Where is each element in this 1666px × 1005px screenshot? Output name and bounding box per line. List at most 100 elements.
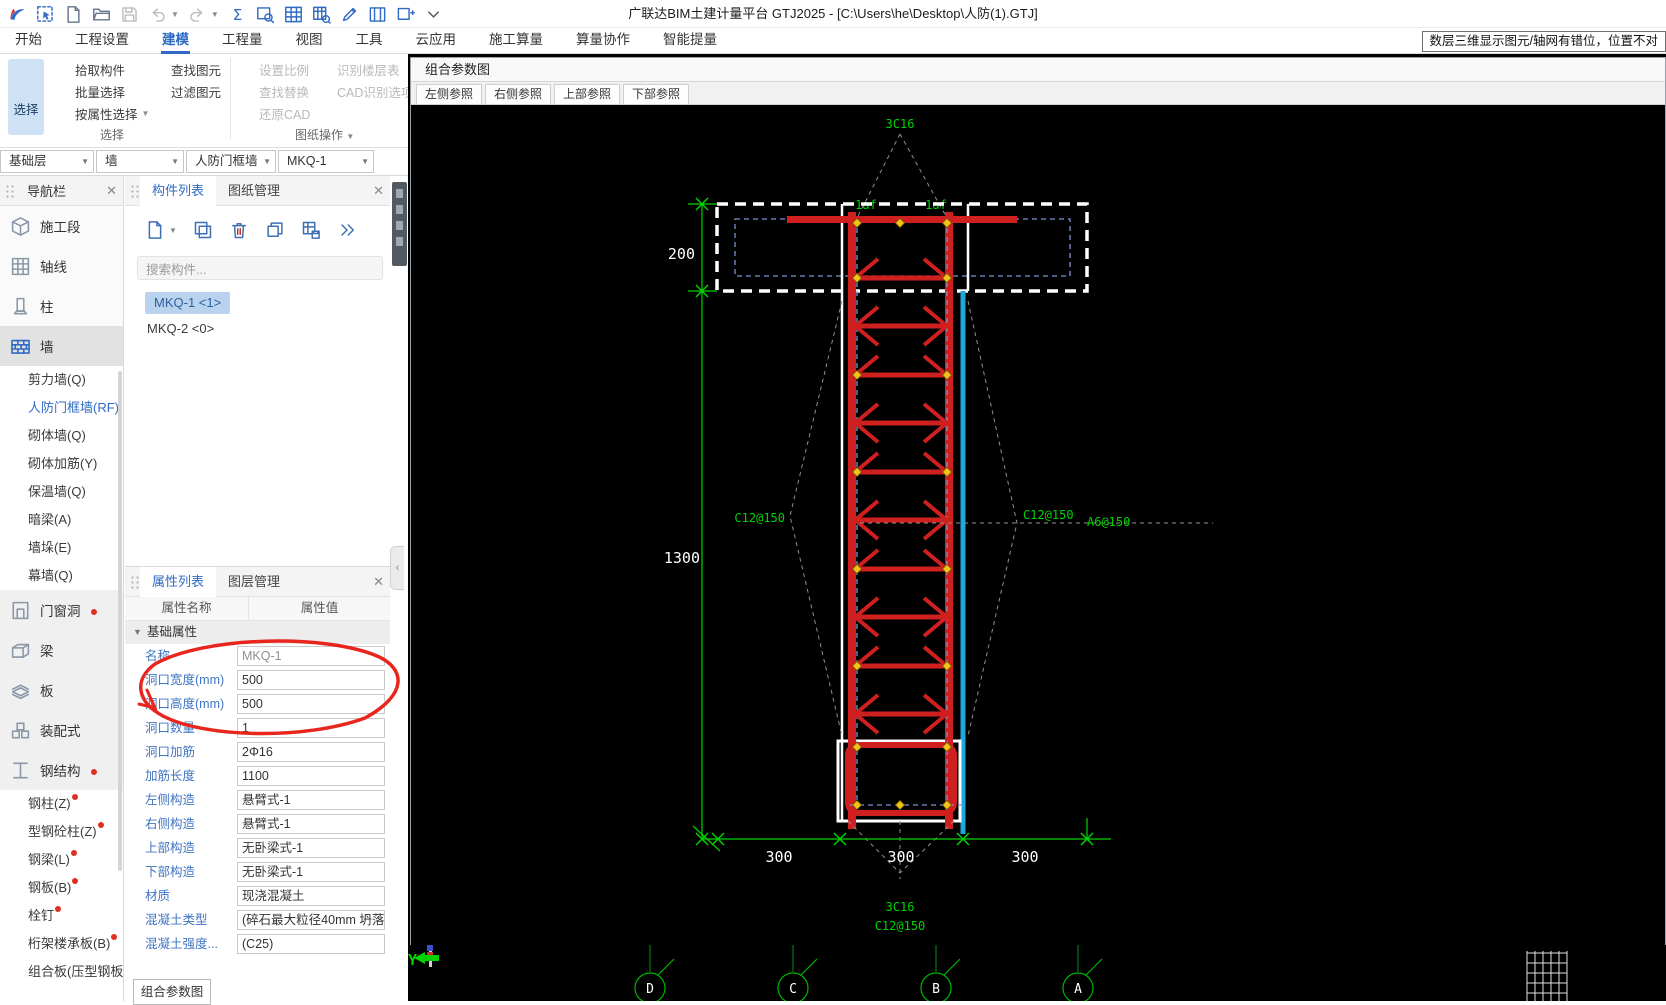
copy-to-floors-button[interactable]	[265, 220, 285, 240]
nav-item-beam[interactable]: 梁	[0, 630, 123, 670]
drag-handle-icon[interactable]	[130, 183, 140, 198]
dialog-tab-3[interactable]: 下部参照	[623, 84, 689, 104]
menu-tab-1[interactable]: 工程设置	[72, 28, 132, 54]
component-item-1[interactable]: MKQ-2 <0>	[145, 318, 390, 340]
film-button[interactable]	[368, 5, 387, 24]
undo-button[interactable]	[148, 5, 167, 24]
nav-item-steel-beam[interactable]: 钢梁(L)	[0, 846, 123, 874]
nav-item-steel-concrete-column[interactable]: 型钢砼柱(Z)	[0, 818, 123, 846]
menu-tab-2[interactable]: 建模	[159, 28, 192, 54]
element-select[interactable]: MKQ-1 ▼	[278, 150, 374, 173]
cad-canvas[interactable]: 3C16 1af 1af C12@150 C12@150 A6@150 3C16…	[411, 106, 1665, 945]
nav-item-axis-grid[interactable]: 轴线	[0, 246, 123, 286]
search-input[interactable]: 搜索构件...	[137, 256, 383, 280]
property-value-input[interactable]: 500	[237, 694, 385, 714]
menu-tab-8[interactable]: 算量协作	[573, 28, 633, 54]
open-folder-button[interactable]	[92, 5, 111, 24]
panel-collapse-handle[interactable]: ‹	[390, 546, 404, 590]
nav-item-steel-structure[interactable]: 钢结构	[0, 750, 123, 790]
nav-item-composite-slab[interactable]: 组合板(压型钢板	[0, 958, 123, 986]
floor-select[interactable]: 基础层 ▼	[0, 150, 94, 173]
new-window-button[interactable]	[396, 5, 415, 24]
delete-component-button[interactable]	[229, 220, 249, 240]
dialog-tab-1[interactable]: 右侧参照	[485, 84, 551, 104]
pick-component-button[interactable]: 拾取构件	[56, 60, 125, 78]
collapsed-panel-tab[interactable]	[392, 182, 407, 266]
nav-item-door-window-opening[interactable]: 门窗洞	[0, 590, 123, 630]
nav-item-column[interactable]: 柱	[0, 286, 123, 326]
component-item-0[interactable]: MKQ-1 <1>	[145, 292, 231, 314]
property-value-input[interactable]: 2Φ16	[237, 742, 385, 762]
new-file-button[interactable]	[64, 5, 83, 24]
select-region-button[interactable]	[36, 5, 55, 24]
more-button[interactable]	[337, 220, 357, 240]
nav-item-shear-wall[interactable]: 剪力墙(Q)	[0, 366, 123, 394]
property-value-input[interactable]: (碎石最大粒径40mm 坍落...	[237, 910, 385, 930]
nav-item-wall-pier[interactable]: 墙垛(E)	[0, 534, 123, 562]
property-value-input[interactable]: 无卧梁式-1	[237, 862, 385, 882]
nav-item-slab[interactable]: 板	[0, 670, 123, 710]
set-scale-button[interactable]: 设置比例	[240, 60, 309, 78]
property-value-input[interactable]: 悬臂式-1	[237, 790, 385, 810]
nav-item-stud[interactable]: 栓钉	[0, 902, 123, 930]
dialog-tab-0[interactable]: 左侧参照	[416, 84, 482, 104]
table-button[interactable]	[284, 5, 303, 24]
drag-handle-icon[interactable]	[5, 183, 15, 198]
nav-item-truss-floor-deck[interactable]: 桁架楼承板(B)	[0, 930, 123, 958]
menu-tab-6[interactable]: 云应用	[413, 28, 460, 54]
drag-handle-icon[interactable]	[130, 574, 140, 589]
menu-tab-0[interactable]: 开始	[12, 28, 45, 54]
tab-combined-parameter-diagram[interactable]: 组合参数图	[133, 979, 211, 1005]
nav-item-wall[interactable]: 墙	[0, 326, 123, 366]
close-icon[interactable]: ✕	[373, 567, 384, 597]
nav-item-masonry-wall[interactable]: 砌体墙(Q)	[0, 422, 123, 450]
property-value-input[interactable]: 悬臂式-1	[237, 814, 385, 834]
nav-item-hidden-beam[interactable]: 暗梁(A)	[0, 506, 123, 534]
property-value-input[interactable]: MKQ-1	[237, 646, 385, 666]
property-section-basic[interactable]: ▼ 基础属性	[125, 621, 390, 644]
property-value-input[interactable]: 1100	[237, 766, 385, 786]
table-search-button[interactable]	[312, 5, 331, 24]
tab-drawing-management[interactable]: 图纸管理	[216, 176, 292, 206]
find-element-button[interactable]	[256, 5, 275, 24]
nav-item-prefabricated[interactable]: 装配式	[0, 710, 123, 750]
dialog-tab-2[interactable]: 上部参照	[554, 84, 620, 104]
close-icon[interactable]: ✕	[373, 176, 384, 206]
find-replace-button[interactable]: 查找替换	[240, 82, 309, 100]
property-value-input[interactable]: 500	[237, 670, 385, 690]
batch-select-button[interactable]: 批量选择	[56, 82, 125, 100]
filter-element-button[interactable]: 过滤图元	[152, 82, 221, 100]
redo-button[interactable]	[188, 5, 207, 24]
menu-tab-9[interactable]: 智能提量	[660, 28, 720, 54]
property-value-input[interactable]: 无卧梁式-1	[237, 838, 385, 858]
property-value-input[interactable]: 现浇混凝土	[237, 886, 385, 906]
sum-button[interactable]: Σ	[228, 5, 247, 24]
cad-drawing-area[interactable]: 组合参数图 左侧参照 右侧参照 上部参照 下部参照 3C16 1af 1af C…	[408, 54, 1666, 1001]
menu-tab-4[interactable]: 视图	[293, 28, 326, 54]
nav-item-steel-column[interactable]: 钢柱(Z)	[0, 790, 123, 818]
save-button[interactable]	[120, 5, 139, 24]
identify-floor-table-button[interactable]: 识别楼层表	[318, 60, 400, 78]
caret-down-button[interactable]	[424, 5, 443, 24]
type-select[interactable]: 人防门框墙 ▼	[186, 150, 276, 173]
new-component-button[interactable]	[145, 220, 165, 240]
nav-item-masonry-reinforcement[interactable]: 砌体加筋(Y)	[0, 450, 123, 478]
copy-component-button[interactable]	[193, 220, 213, 240]
tab-component-list[interactable]: 构件列表	[140, 175, 217, 206]
dialog-title[interactable]: 组合参数图	[411, 58, 1665, 82]
nav-item-construction-segment[interactable]: 施工段	[0, 206, 123, 246]
nav-item-steel-plate[interactable]: 钢板(B)	[0, 874, 123, 902]
select-tool-button[interactable]: 选择	[8, 59, 44, 135]
menu-tab-5[interactable]: 工具	[353, 28, 386, 54]
tab-property-list[interactable]: 属性列表	[140, 566, 217, 597]
restore-cad-button[interactable]: 还原CAD	[240, 104, 310, 122]
menu-tab-7[interactable]: 施工算量	[486, 28, 546, 54]
nav-item-curtain-wall[interactable]: 幕墙(Q)	[0, 562, 123, 590]
nav-scrollbar[interactable]	[118, 371, 122, 871]
property-value-input[interactable]: 1	[237, 718, 385, 738]
annotate-button[interactable]	[340, 5, 359, 24]
save-component-button[interactable]	[301, 220, 321, 240]
menu-tab-3[interactable]: 工程量	[219, 28, 266, 54]
tab-layer-management[interactable]: 图层管理	[216, 567, 292, 597]
property-value-input[interactable]: (C25)	[237, 934, 385, 954]
